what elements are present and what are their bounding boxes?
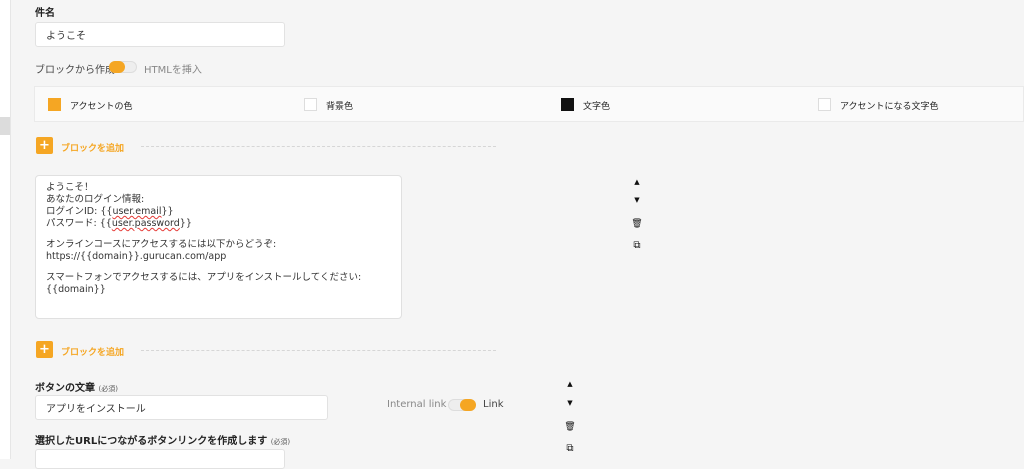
mode-label-blocks: ブロックから作成 <box>35 65 115 76</box>
delete-icon[interactable]: 🗑 <box>630 217 644 231</box>
text-line: スマートフォンでアクセスするには、アプリをインストールしてください: <box>46 272 362 283</box>
text-line: {{domain}} <box>46 284 106 295</box>
background-color-label: 背景色 <box>326 102 354 112</box>
button-url-input[interactable] <box>35 449 285 469</box>
text-color-label: 文字色 <box>583 102 611 112</box>
mode-toggle[interactable] <box>109 61 137 73</box>
add-block-label-bottom[interactable]: ブロックを追加 <box>61 345 124 358</box>
copy-icon[interactable]: ⧉ <box>563 441 577 455</box>
required-note: (必須) <box>98 385 118 393</box>
subject-input[interactable]: ようこそ <box>35 22 285 47</box>
add-block-button-top[interactable]: + <box>36 137 53 154</box>
required-note: (必須) <box>270 438 291 446</box>
link-label: Link <box>483 399 504 410</box>
delete-icon[interactable]: 🗑 <box>563 420 577 434</box>
button-text-label: ボタンの文章 (必須) <box>35 383 118 394</box>
link-type-toggle-knob <box>460 399 476 411</box>
button-url-label: 選択したURLにつながるボタンリンクを作成します (必須) <box>35 436 291 447</box>
subject-label: 件名 <box>35 8 55 19</box>
accent-text-color-swatch[interactable] <box>818 98 831 111</box>
text-color-swatch[interactable] <box>561 98 574 111</box>
background-color-swatch[interactable] <box>304 98 317 111</box>
text-line: https://{{domain}}.gurucan.com/app <box>46 251 227 262</box>
accent-text-color-label: アクセントになる文字色 <box>840 102 939 112</box>
mode-toggle-knob <box>109 61 125 73</box>
mode-label-html: HTMLを挿入 <box>144 65 202 76</box>
internal-link-label: Internal link <box>387 399 447 410</box>
spellcheck-word: user.email <box>112 206 162 217</box>
button-text-input[interactable]: アプリをインストール <box>35 395 328 420</box>
add-block-label-top[interactable]: ブロックを追加 <box>61 141 124 154</box>
copy-icon[interactable]: ⧉ <box>630 238 644 252</box>
button-text-value: アプリをインストール <box>46 404 146 415</box>
link-type-toggle[interactable] <box>448 399 476 411</box>
add-block-button-bottom[interactable]: + <box>36 341 53 358</box>
spellcheck-word: user.password <box>111 218 180 229</box>
accent-color-label: アクセントの色 <box>70 102 133 112</box>
divider-dashed <box>141 350 496 351</box>
text-block-editor[interactable]: ようこそ！ あなたのログイン情報: ログインID: {{user.email}}… <box>35 175 402 319</box>
text-line-login-id: ログインID: {{user.email}} <box>46 206 174 217</box>
move-down-icon[interactable]: ▼ <box>630 193 644 207</box>
plus-icon: + <box>39 342 50 357</box>
left-sidebar-strip <box>0 0 11 459</box>
text-line: ようこそ！ <box>46 182 94 193</box>
subject-input-value: ようこそ <box>46 31 86 42</box>
accent-color-swatch[interactable] <box>48 98 61 111</box>
text-line-password: パスワード: {{user.password}} <box>46 218 192 229</box>
move-up-icon[interactable]: ▲ <box>563 377 577 391</box>
move-down-icon[interactable]: ▼ <box>563 396 577 410</box>
divider-dashed <box>141 146 496 147</box>
color-settings-panel: アクセントの色 背景色 文字色 アクセントになる文字色 <box>34 86 1024 122</box>
move-up-icon[interactable]: ▲ <box>630 175 644 189</box>
text-line: あなたのログイン情報: <box>46 194 145 205</box>
plus-icon: + <box>39 138 50 153</box>
text-line: オンラインコースにアクセスするには以下からどうぞ: <box>46 239 277 250</box>
sidebar-collapse-tab[interactable] <box>0 117 10 135</box>
